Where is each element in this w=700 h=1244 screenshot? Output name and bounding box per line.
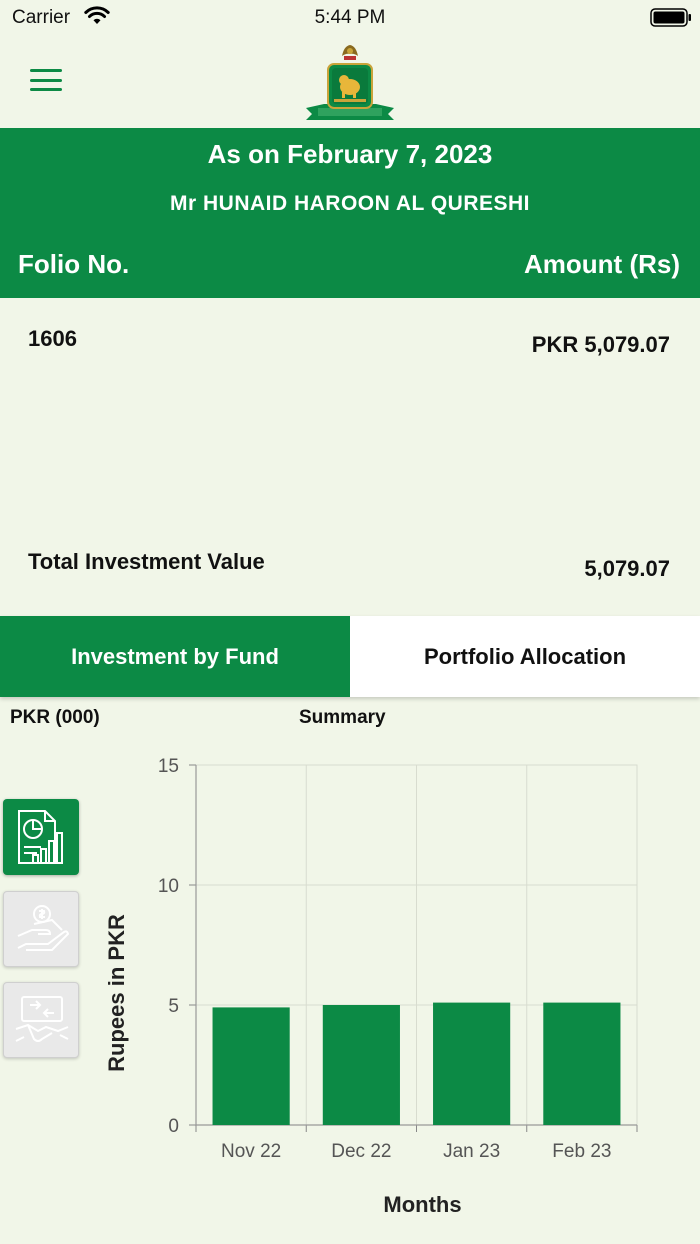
amount-column-header: Amount (Rs) bbox=[524, 249, 680, 279]
chart-unit-label: PKR (000) bbox=[10, 707, 100, 728]
tab-investment-by-fund[interactable]: Investment by Fund bbox=[0, 616, 350, 697]
hamburger-menu-icon[interactable] bbox=[30, 69, 64, 93]
x-tick-label: Nov 22 bbox=[221, 1141, 281, 1162]
company-logo bbox=[306, 45, 394, 120]
status-bar: Carrier 5:44 PM bbox=[0, 0, 700, 36]
bar-feb-23 bbox=[543, 1002, 621, 1125]
folio-column-header: Folio No. bbox=[18, 249, 130, 279]
clock: 5:44 PM bbox=[314, 7, 386, 28]
folio-number: 1606 bbox=[28, 326, 77, 351]
x-axis-title: Months bbox=[383, 1192, 461, 1217]
x-tick-label: Jan 23 bbox=[443, 1141, 500, 1162]
y-tick-label: 10 bbox=[158, 876, 179, 897]
tab-bar: Investment by Fund Portfolio Allocation bbox=[0, 616, 700, 697]
y-axis-title: Rupees in PKR bbox=[104, 914, 129, 1072]
summary-header: As on February 7, 2023 Mr HUNAID HAROON … bbox=[0, 128, 700, 298]
as-on-date: As on February 7, 2023 bbox=[207, 139, 493, 169]
navigation-bar bbox=[0, 36, 700, 128]
chart-title: Summary bbox=[299, 707, 386, 728]
battery-icon bbox=[650, 8, 691, 27]
folio-amount: PKR 5,079.07 bbox=[531, 332, 670, 357]
investment-bar-chart: 0 5 10 15 Nov 22 Dec 22 Jan 23 Feb 23 Months Rupe… bbox=[104, 756, 638, 1217]
y-tick-label: 0 bbox=[168, 1116, 179, 1137]
y-tick-label: 15 bbox=[158, 756, 179, 777]
total-investment-label: Total Investment Value bbox=[28, 549, 265, 574]
y-tick-label: 5 bbox=[168, 996, 179, 1017]
bar-nov-22 bbox=[212, 1007, 290, 1125]
total-investment-value: 5,079.07 bbox=[584, 556, 670, 581]
x-tick-label: Dec 22 bbox=[331, 1141, 391, 1162]
bar-jan-23 bbox=[433, 1002, 511, 1125]
bar-dec-22 bbox=[322, 1005, 400, 1125]
investor-name: Mr HUNAID HAROON AL QURESHI bbox=[169, 192, 530, 215]
x-tick-label: Feb 23 bbox=[552, 1141, 611, 1162]
tab-portfolio-allocation[interactable]: Portfolio Allocation bbox=[350, 616, 700, 697]
